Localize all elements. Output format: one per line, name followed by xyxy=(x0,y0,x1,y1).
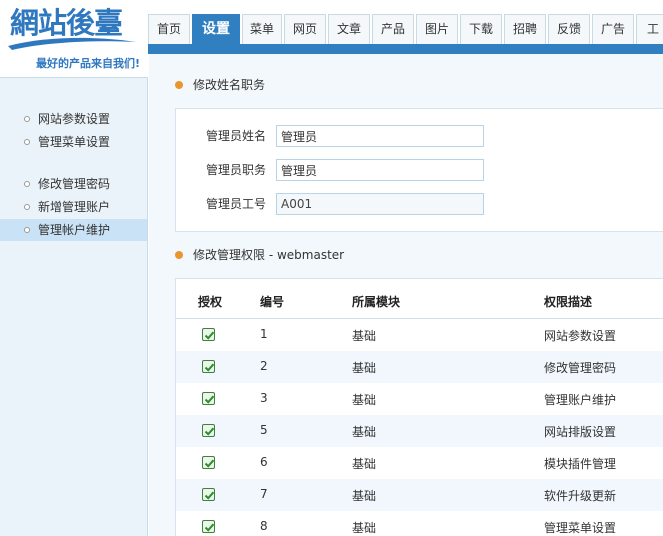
grant-checkbox[interactable] xyxy=(202,488,215,501)
sidebar-item-label: 管理帐户维护 xyxy=(38,223,111,237)
cell-module: 基础 xyxy=(352,425,377,439)
form-row-title: 管理员职务 xyxy=(176,159,663,181)
sidebar-item-label: 网站参数设置 xyxy=(38,112,111,126)
cell-desc: 管理菜单设置 xyxy=(544,521,617,535)
section-bullet-icon xyxy=(175,81,183,89)
checkmark-icon xyxy=(204,395,215,404)
sidebar-item-menu-settings[interactable]: 管理菜单设置 xyxy=(0,131,147,153)
cell-module: 基础 xyxy=(352,489,377,503)
table-row: 2 基础 修改管理密码 xyxy=(176,351,663,383)
cell-id: 6 xyxy=(260,455,268,469)
perm-section-header: 修改管理权限 - webmaster xyxy=(175,245,344,265)
top-nav: 首页 设置 菜单 网页 文章 产品 图片 下载 招聘 反馈 广告 工 xyxy=(148,0,663,54)
column-header-module: 所属模块 xyxy=(352,295,401,309)
tab-home[interactable]: 首页 xyxy=(148,14,190,44)
cell-desc: 管理账户维护 xyxy=(544,393,617,407)
column-header-desc: 权限描述 xyxy=(544,295,593,309)
table-row: 6 基础 模块插件管理 xyxy=(176,447,663,479)
sidebar: 网站参数设置 管理菜单设置 修改管理密码 新增管理账户 管理帐户维护 xyxy=(0,78,148,536)
table-row: 5 基础 网站排版设置 xyxy=(176,415,663,447)
admin-id-input xyxy=(276,193,484,215)
form-row-id: 管理员工号 xyxy=(176,193,663,215)
field-label: 管理员姓名 xyxy=(206,129,267,143)
logo-area: 網站後臺 最好的产品来自我们! xyxy=(0,0,148,78)
cell-desc: 软件升级更新 xyxy=(544,489,617,503)
cell-module: 基础 xyxy=(352,521,377,535)
permissions-table: 授权 编号 所属模块 权限描述 1 基础 网站参数设置 2 基础 修改管理密码 3 基础 管理账… xyxy=(175,278,663,536)
table-row: 8 基础 管理菜单设置 xyxy=(176,511,663,536)
tab-menu[interactable]: 菜单 xyxy=(242,14,282,44)
section-title: 修改管理权限 - webmaster xyxy=(193,248,345,262)
cell-desc: 修改管理密码 xyxy=(544,361,617,375)
section-title: 修改姓名职务 xyxy=(193,78,266,92)
nav-underline xyxy=(148,44,663,54)
grant-checkbox[interactable] xyxy=(202,520,215,533)
tab-article[interactable]: 文章 xyxy=(328,14,370,44)
sidebar-item-change-password[interactable]: 修改管理密码 xyxy=(0,173,147,195)
sidebar-item-account-maintenance[interactable]: 管理帐户维护 xyxy=(0,219,147,241)
sidebar-item-label: 管理菜单设置 xyxy=(38,135,111,149)
cell-id: 2 xyxy=(260,359,268,373)
cell-module: 基础 xyxy=(352,361,377,375)
table-row: 1 基础 网站参数设置 xyxy=(176,319,663,351)
tab-settings[interactable]: 设置 xyxy=(192,14,240,44)
cell-desc: 网站排版设置 xyxy=(544,425,617,439)
tab-webpage[interactable]: 网页 xyxy=(284,14,326,44)
grant-checkbox[interactable] xyxy=(202,456,215,469)
tab-image[interactable]: 图片 xyxy=(416,14,458,44)
bullet-icon xyxy=(24,204,30,210)
sidebar-item-label: 新增管理账户 xyxy=(38,200,111,214)
tab-recruitment[interactable]: 招聘 xyxy=(504,14,546,44)
tab-more[interactable]: 工 xyxy=(636,14,663,44)
grant-checkbox[interactable] xyxy=(202,328,215,341)
grant-checkbox[interactable] xyxy=(202,392,215,405)
cell-desc: 网站参数设置 xyxy=(544,329,617,343)
table-header: 授权 编号 所属模块 权限描述 xyxy=(176,279,663,319)
bullet-icon xyxy=(24,181,30,187)
tab-feedback[interactable]: 反馈 xyxy=(548,14,590,44)
profile-form: 管理员姓名 管理员职务 管理员工号 xyxy=(175,108,663,232)
cell-desc: 模块插件管理 xyxy=(544,457,617,471)
form-row-name: 管理员姓名 xyxy=(176,125,663,147)
field-label: 管理员职务 xyxy=(206,163,267,177)
cell-id: 3 xyxy=(260,391,268,405)
tab-product[interactable]: 产品 xyxy=(372,14,414,44)
grant-checkbox[interactable] xyxy=(202,424,215,437)
checkmark-icon xyxy=(204,331,215,340)
bullet-icon xyxy=(24,139,30,145)
cell-module: 基础 xyxy=(352,393,377,407)
main-content: 修改姓名职务 管理员姓名 管理员职务 管理员工号 修改管理权限 - webmas… xyxy=(149,54,663,536)
field-label: 管理员工号 xyxy=(206,197,267,211)
table-row: 7 基础 软件升级更新 xyxy=(176,479,663,511)
checkmark-icon xyxy=(204,363,215,372)
sidebar-item-add-account[interactable]: 新增管理账户 xyxy=(0,196,147,218)
cell-id: 7 xyxy=(260,487,268,501)
sidebar-item-site-params[interactable]: 网站参数设置 xyxy=(0,108,147,130)
cell-id: 1 xyxy=(260,327,268,341)
table-row: 3 基础 管理账户维护 xyxy=(176,383,663,415)
bullet-icon xyxy=(24,116,30,122)
nav-tabs: 首页 设置 菜单 网页 文章 产品 图片 下载 招聘 反馈 广告 工 xyxy=(148,14,663,44)
tab-download[interactable]: 下载 xyxy=(460,14,502,44)
bullet-icon xyxy=(24,227,30,233)
section-bullet-icon xyxy=(175,251,183,259)
checkmark-icon xyxy=(204,523,215,532)
checkmark-icon xyxy=(204,491,215,500)
column-header-grant: 授权 xyxy=(198,295,223,309)
checkmark-icon xyxy=(204,459,215,468)
cell-id: 8 xyxy=(260,519,268,533)
admin-title-input[interactable] xyxy=(276,159,484,181)
cell-module: 基础 xyxy=(352,329,377,343)
column-header-id: 编号 xyxy=(260,295,285,309)
tab-ads[interactable]: 广告 xyxy=(592,14,634,44)
admin-name-input[interactable] xyxy=(276,125,484,147)
logo-swoosh-icon xyxy=(8,37,136,50)
grant-checkbox[interactable] xyxy=(202,360,215,373)
cell-id: 5 xyxy=(260,423,268,437)
form-section-header: 修改姓名职务 xyxy=(175,75,265,95)
cell-module: 基础 xyxy=(352,457,377,471)
checkmark-icon xyxy=(204,427,215,436)
sidebar-item-label: 修改管理密码 xyxy=(38,177,111,191)
logo-slogan: 最好的产品来自我们! xyxy=(36,57,141,70)
